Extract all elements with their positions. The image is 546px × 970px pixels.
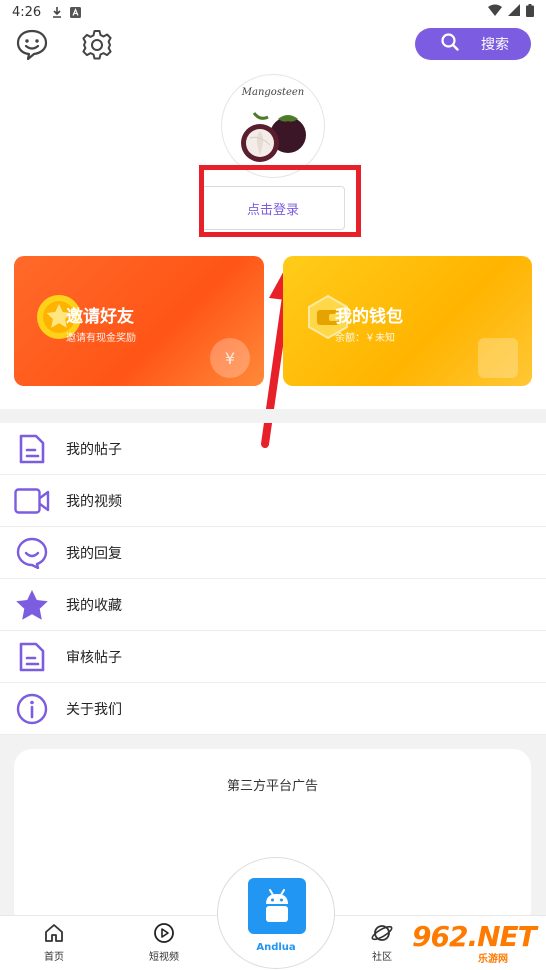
ad-title: 第三方平台广告 bbox=[226, 779, 318, 794]
invite-friends-card[interactable]: 邀请好友 邀请有现金奖励 ¥ bbox=[14, 256, 264, 386]
site-watermark-logo: 962.NET 乐游网 bbox=[412, 920, 542, 966]
menu-item-review-posts[interactable]: 审核帖子 bbox=[0, 631, 546, 683]
wallet-title: 我的钱包 bbox=[335, 307, 403, 327]
post-icon bbox=[14, 431, 50, 467]
section-divider bbox=[0, 409, 546, 423]
watermark-small: 乐游网 bbox=[478, 954, 508, 965]
app-notification-icon bbox=[69, 6, 81, 18]
watermark-big: 962.NET bbox=[412, 920, 537, 953]
menu-item-my-favorites[interactable]: 我的收藏 bbox=[0, 579, 546, 631]
menu-item-my-replies[interactable]: 我的回复 bbox=[0, 527, 546, 579]
star-icon bbox=[14, 587, 50, 623]
nav-home[interactable]: 首页 bbox=[24, 922, 84, 963]
my-wallet-card[interactable]: 我的钱包 余额：￥未知 bbox=[283, 256, 532, 386]
invite-title: 邀请好友 bbox=[66, 307, 134, 327]
search-button[interactable]: 搜索 bbox=[415, 28, 531, 60]
menu-label: 审核帖子 bbox=[66, 649, 122, 666]
info-icon bbox=[14, 691, 50, 727]
invite-subtitle: 邀请有现金奖励 bbox=[66, 333, 136, 344]
menu-label: 我的收藏 bbox=[66, 597, 122, 614]
nav-community[interactable]: 社区 bbox=[352, 922, 412, 963]
video-icon bbox=[14, 483, 50, 519]
play-circle-icon bbox=[154, 923, 174, 943]
yen-coin-icon: ¥ bbox=[210, 338, 250, 378]
menu-item-about-us[interactable]: 关于我们 bbox=[0, 683, 546, 735]
status-time: 4:26 bbox=[12, 4, 42, 20]
settings-gear-icon[interactable] bbox=[80, 28, 114, 62]
top-bar: 搜索 bbox=[0, 24, 546, 66]
signal-icon bbox=[508, 4, 520, 20]
nav-short-video-label: 短视频 bbox=[149, 952, 179, 963]
menu-label: 关于我们 bbox=[66, 701, 122, 718]
menu-label: 我的帖子 bbox=[66, 441, 122, 458]
message-icon[interactable] bbox=[15, 28, 49, 62]
planet-icon bbox=[371, 925, 393, 941]
nav-home-label: 首页 bbox=[44, 952, 64, 963]
wifi-icon bbox=[488, 4, 502, 20]
mangosteen-image bbox=[241, 112, 306, 162]
menu-label: 我的回复 bbox=[66, 545, 122, 562]
menu-list: 我的帖子 我的视频 我的回复 我的收藏 审核帖子 关于我们 bbox=[0, 423, 546, 735]
menu-item-my-videos[interactable]: 我的视频 bbox=[0, 475, 546, 527]
avatar[interactable]: Mangosteen bbox=[221, 74, 325, 178]
nav-short-video[interactable]: 短视频 bbox=[134, 922, 194, 963]
search-label: 搜索 bbox=[481, 37, 509, 53]
reply-icon bbox=[14, 535, 50, 571]
avatar-brand-text: Mangosteen bbox=[241, 87, 305, 98]
center-app-label: Andlua bbox=[256, 942, 296, 953]
menu-label: 我的视频 bbox=[66, 493, 122, 510]
download-icon bbox=[51, 6, 63, 18]
wallet-balance: 余额：￥未知 bbox=[335, 333, 395, 344]
battery-icon bbox=[526, 3, 534, 21]
nav-community-label: 社区 bbox=[372, 952, 392, 963]
android-app-icon bbox=[248, 878, 306, 934]
highlight-box bbox=[199, 165, 361, 237]
wallet-deco-icon bbox=[478, 338, 518, 378]
menu-item-my-posts[interactable]: 我的帖子 bbox=[0, 423, 546, 475]
home-icon bbox=[45, 924, 63, 942]
center-app-button[interactable]: Andlua bbox=[217, 857, 335, 969]
status-bar: 4:26 bbox=[0, 0, 546, 24]
review-icon bbox=[14, 639, 50, 675]
search-icon bbox=[441, 33, 459, 55]
